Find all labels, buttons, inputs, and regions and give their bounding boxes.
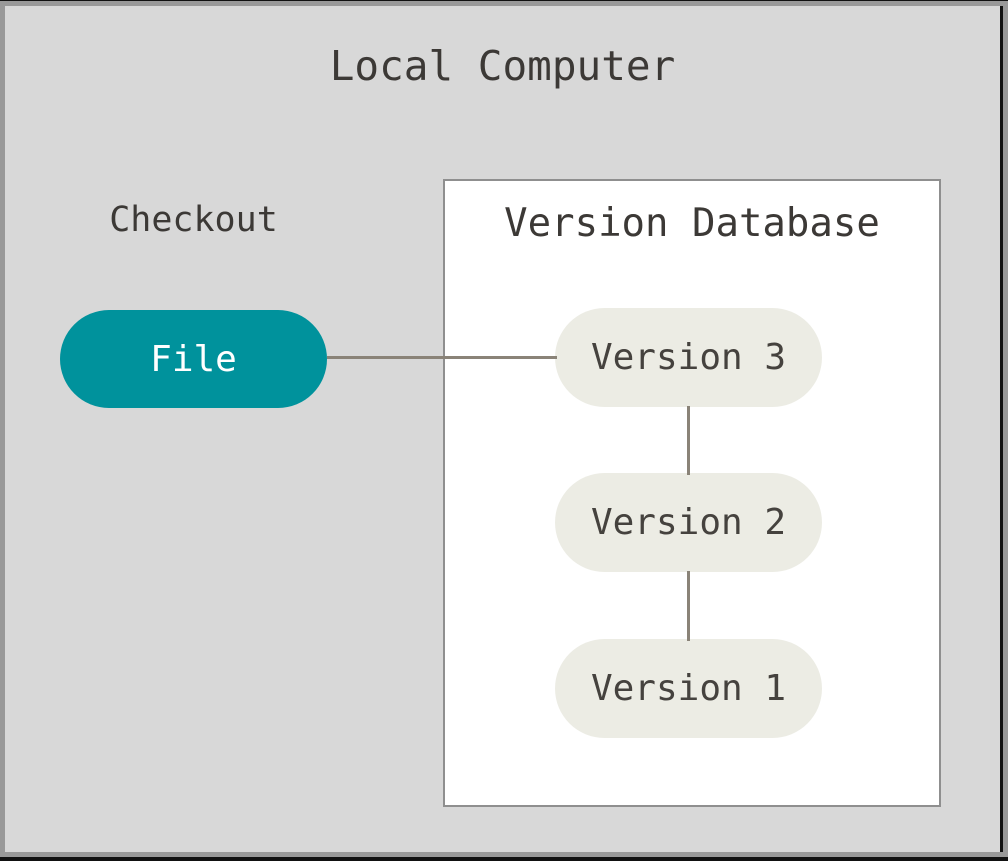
checkout-label: Checkout	[60, 203, 327, 238]
diagram-canvas: Local Computer Checkout File Version Dat…	[5, 6, 1003, 852]
version-node-1: Version 1	[555, 639, 822, 738]
version-database-title: Version Database	[445, 204, 939, 243]
version-node-3: Version 3	[555, 308, 822, 407]
version3-version2-connector-line	[687, 406, 690, 475]
version2-version1-connector-line	[687, 571, 690, 641]
checkout-connector-line	[327, 356, 557, 359]
version-node-2: Version 2	[555, 473, 822, 572]
file-node: File	[60, 310, 327, 408]
diagram-frame: Local Computer Checkout File Version Dat…	[0, 1, 1008, 857]
version-database-box: Version Database Version 3 Version 2 Ver…	[443, 179, 941, 807]
diagram-title: Local Computer	[5, 46, 1000, 87]
